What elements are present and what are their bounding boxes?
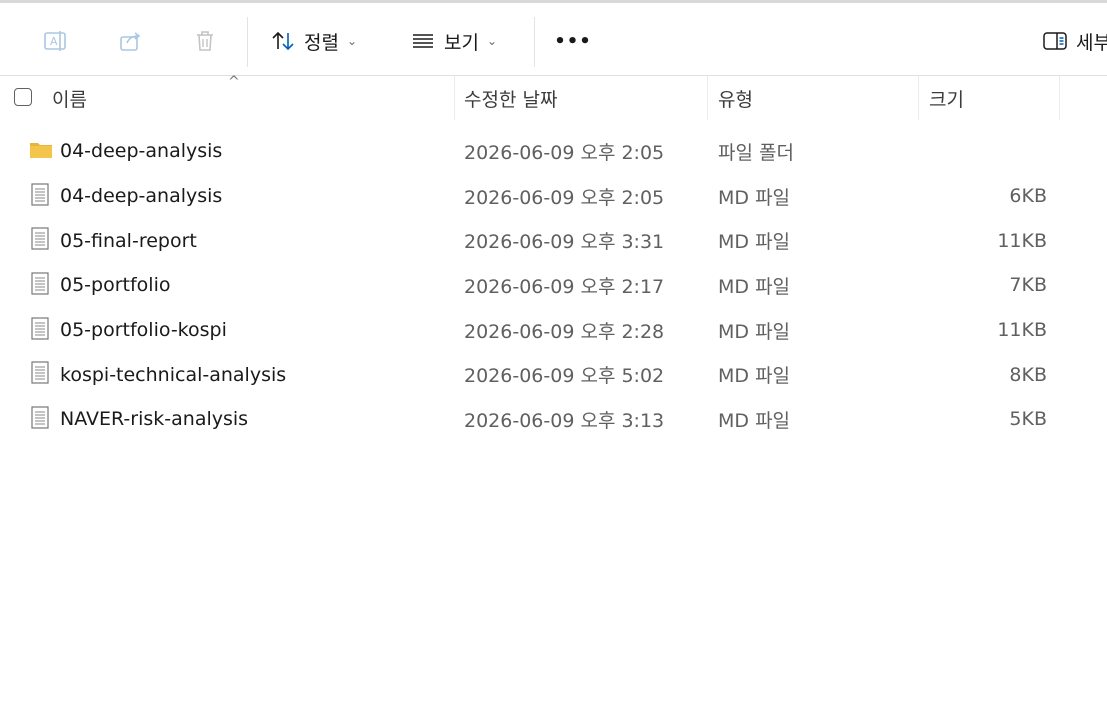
chevron-down-icon: ⌄ <box>486 34 498 48</box>
details-pane-button[interactable]: 세부 <box>1042 21 1107 61</box>
column-header-size-label: 크기 <box>929 88 964 111</box>
share-icon <box>120 32 141 51</box>
file-modified: 2026-06-09 오후 2:05 <box>464 186 665 209</box>
file-size: 11KB <box>997 319 1047 342</box>
view-button[interactable]: 보기 ⌄ <box>410 21 497 61</box>
column-header-name[interactable]: 이름 <box>52 76 454 120</box>
file-name: 04-deep-analysis <box>60 140 223 163</box>
document-icon <box>31 406 49 429</box>
file-modified: 2026-06-09 오후 2:17 <box>464 275 665 298</box>
file-size: 6KB <box>1009 185 1047 208</box>
list-item[interactable]: NAVER-risk-analysis 2026-06-09 오후 3:13 M… <box>0 397 1107 442</box>
file-modified: 2026-06-09 오후 2:28 <box>464 320 665 343</box>
file-size: 8KB <box>1009 363 1047 386</box>
file-name: kospi-technical-analysis <box>60 363 287 386</box>
file-modified: 2026-06-09 오후 2:05 <box>464 141 665 164</box>
rename-icon: A <box>44 31 66 51</box>
file-explorer-window: A 정렬 ⌄ 보기 ⌄ ••• 세부 ^ 이름 수정한 날짜 유형 크기 04-… <box>0 0 1107 704</box>
toolbar-separator <box>534 17 535 67</box>
chevron-down-icon: ⌄ <box>346 34 358 48</box>
file-type: MD 파일 <box>718 365 791 388</box>
column-header-type-label: 유형 <box>718 88 753 111</box>
column-header-size[interactable]: 크기 <box>929 76 1059 120</box>
file-type: MD 파일 <box>718 320 791 343</box>
file-name: 05-final-report <box>60 229 197 252</box>
list-view-icon <box>413 34 433 48</box>
command-bar: A 정렬 ⌄ 보기 ⌄ ••• 세부 <box>0 3 1107 75</box>
share-button[interactable] <box>110 21 150 61</box>
file-name: 05-portfolio <box>60 274 171 297</box>
column-separator[interactable] <box>707 76 708 120</box>
svg-text:A: A <box>50 35 58 48</box>
column-header-modified-label: 수정한 날짜 <box>464 88 558 111</box>
list-item[interactable]: kospi-technical-analysis 2026-06-09 오후 5… <box>0 352 1107 397</box>
file-type: MD 파일 <box>718 275 791 298</box>
document-icon <box>31 317 49 340</box>
file-modified: 2026-06-09 오후 3:13 <box>464 409 665 432</box>
more-options-button[interactable]: ••• <box>553 21 593 61</box>
column-header-name-label: 이름 <box>52 88 87 111</box>
list-item[interactable]: 04-deep-analysis 2026-06-09 오후 2:05 파일 폴… <box>0 129 1107 174</box>
rename-button[interactable]: A <box>35 21 75 61</box>
sort-label: 정렬 <box>304 31 339 54</box>
file-name: 05-portfolio-kospi <box>60 319 227 342</box>
file-size: 11KB <box>997 229 1047 252</box>
column-separator[interactable] <box>1059 76 1060 120</box>
document-icon <box>31 227 49 250</box>
file-type: MD 파일 <box>718 231 791 254</box>
trash-icon <box>197 31 213 51</box>
select-all-checkbox[interactable] <box>14 88 32 106</box>
list-item[interactable]: 05-final-report 2026-06-09 오후 3:31 MD 파일… <box>0 218 1107 263</box>
sort-icon <box>272 31 294 51</box>
file-type: MD 파일 <box>718 186 791 209</box>
column-separator[interactable] <box>454 76 455 120</box>
column-header-type[interactable]: 유형 <box>718 76 918 120</box>
column-separator[interactable] <box>918 76 919 120</box>
details-pane-icon <box>1043 32 1067 50</box>
document-icon <box>31 183 49 206</box>
file-type: 파일 폴더 <box>718 141 794 164</box>
folder-icon <box>30 143 52 158</box>
document-icon <box>31 361 49 385</box>
file-list: 04-deep-analysis 2026-06-09 오후 2:05 파일 폴… <box>0 129 1107 442</box>
list-item[interactable]: 05-portfolio-kospi 2026-06-09 오후 2:28 MD… <box>0 308 1107 353</box>
file-size: 7KB <box>1009 274 1047 297</box>
list-item[interactable]: 04-deep-analysis 2026-06-09 오후 2:05 MD 파… <box>0 174 1107 219</box>
view-label: 보기 <box>444 31 479 54</box>
file-size: 5KB <box>1009 408 1047 431</box>
more-icon: ••• <box>554 30 592 52</box>
delete-button[interactable] <box>185 21 225 61</box>
file-modified: 2026-06-09 오후 3:31 <box>464 231 665 254</box>
column-header-row: ^ 이름 수정한 날짜 유형 크기 <box>0 74 1107 120</box>
sort-button[interactable]: 정렬 ⌄ <box>270 21 357 61</box>
file-name: NAVER-risk-analysis <box>60 408 249 431</box>
list-item[interactable]: 05-portfolio 2026-06-09 오후 2:17 MD 파일 7K… <box>0 263 1107 308</box>
toolbar-separator <box>247 17 248 67</box>
file-name: 04-deep-analysis <box>60 185 223 208</box>
file-modified: 2026-06-09 오후 5:02 <box>464 365 665 388</box>
column-header-modified[interactable]: 수정한 날짜 <box>464 76 707 120</box>
document-icon <box>31 272 49 295</box>
details-label: 세부 <box>1076 31 1107 54</box>
file-type: MD 파일 <box>718 409 791 432</box>
